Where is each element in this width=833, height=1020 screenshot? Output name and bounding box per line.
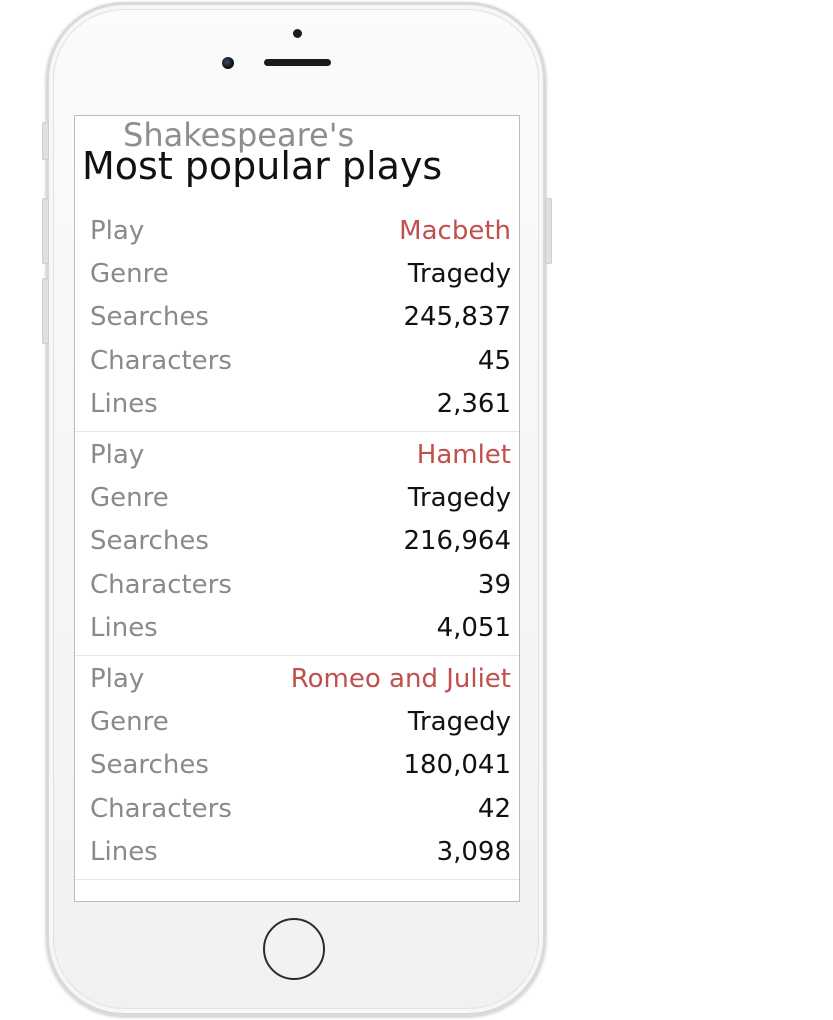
genre-value: Tragedy [407, 483, 511, 514]
power-button [545, 198, 552, 264]
play-name: Hamlet [416, 439, 511, 470]
genre-label: Genre [90, 706, 169, 737]
volume-down-button [42, 278, 49, 344]
mute-switch [42, 122, 49, 160]
genre-value: Tragedy [407, 706, 511, 737]
earpiece-speaker-icon [264, 59, 331, 66]
characters-label: Characters [90, 345, 232, 376]
phone-screen: Shakespeare's Most popular plays Play Ma… [74, 115, 520, 902]
characters-label: Characters [90, 793, 232, 824]
searches-row: Searches 180,041 [90, 744, 511, 787]
lines-value: 2,361 [436, 389, 511, 420]
lines-row: Lines 4,051 [90, 607, 511, 650]
play-card-macbeth: Play Macbeth Genre Tragedy Searches 245,… [75, 208, 519, 432]
genre-label: Genre [90, 483, 169, 514]
play-name: Macbeth [399, 215, 511, 246]
play-card-hamlet: Play Hamlet Genre Tragedy Searches 216,9… [75, 432, 519, 656]
lines-label: Lines [90, 837, 158, 868]
lines-row: Lines 2,361 [90, 383, 511, 426]
characters-row: Characters 39 [90, 563, 511, 606]
genre-value: Tragedy [407, 259, 511, 290]
genre-row: Genre Tragedy [90, 476, 511, 519]
play-label: Play [90, 215, 145, 246]
volume-up-button [42, 198, 49, 264]
page-title: Most popular plays [82, 144, 443, 188]
lines-value: 4,051 [436, 613, 511, 644]
genre-row: Genre Tragedy [90, 700, 511, 743]
searches-row: Searches 216,964 [90, 520, 511, 563]
searches-value: 180,041 [403, 750, 511, 781]
plays-list[interactable]: Play Macbeth Genre Tragedy Searches 245,… [75, 208, 519, 880]
characters-value: 39 [477, 569, 511, 600]
play-name: Romeo and Juliet [290, 663, 511, 694]
searches-label: Searches [90, 302, 209, 333]
searches-value: 216,964 [403, 526, 511, 557]
searches-value: 245,837 [403, 302, 511, 333]
lines-row: Lines 3,098 [90, 830, 511, 873]
genre-row: Genre Tragedy [90, 252, 511, 295]
characters-row: Characters 45 [90, 339, 511, 382]
proximity-sensor-icon [293, 29, 302, 38]
play-row: Play Macbeth [90, 209, 511, 252]
searches-label: Searches [90, 750, 209, 781]
play-label: Play [90, 663, 145, 694]
lines-value: 3,098 [436, 837, 511, 868]
lines-label: Lines [90, 613, 158, 644]
lines-label: Lines [90, 389, 158, 420]
characters-row: Characters 42 [90, 787, 511, 830]
front-camera-icon [222, 57, 234, 69]
play-row: Play Hamlet [90, 433, 511, 476]
searches-label: Searches [90, 526, 209, 557]
play-label: Play [90, 439, 145, 470]
home-button[interactable] [263, 918, 325, 980]
genre-label: Genre [90, 259, 169, 290]
characters-label: Characters [90, 569, 232, 600]
characters-value: 42 [477, 793, 511, 824]
searches-row: Searches 245,837 [90, 296, 511, 339]
play-row: Play Romeo and Juliet [90, 657, 511, 700]
characters-value: 45 [477, 345, 511, 376]
play-card-romeo-and-juliet: Play Romeo and Juliet Genre Tragedy Sear… [75, 656, 519, 880]
